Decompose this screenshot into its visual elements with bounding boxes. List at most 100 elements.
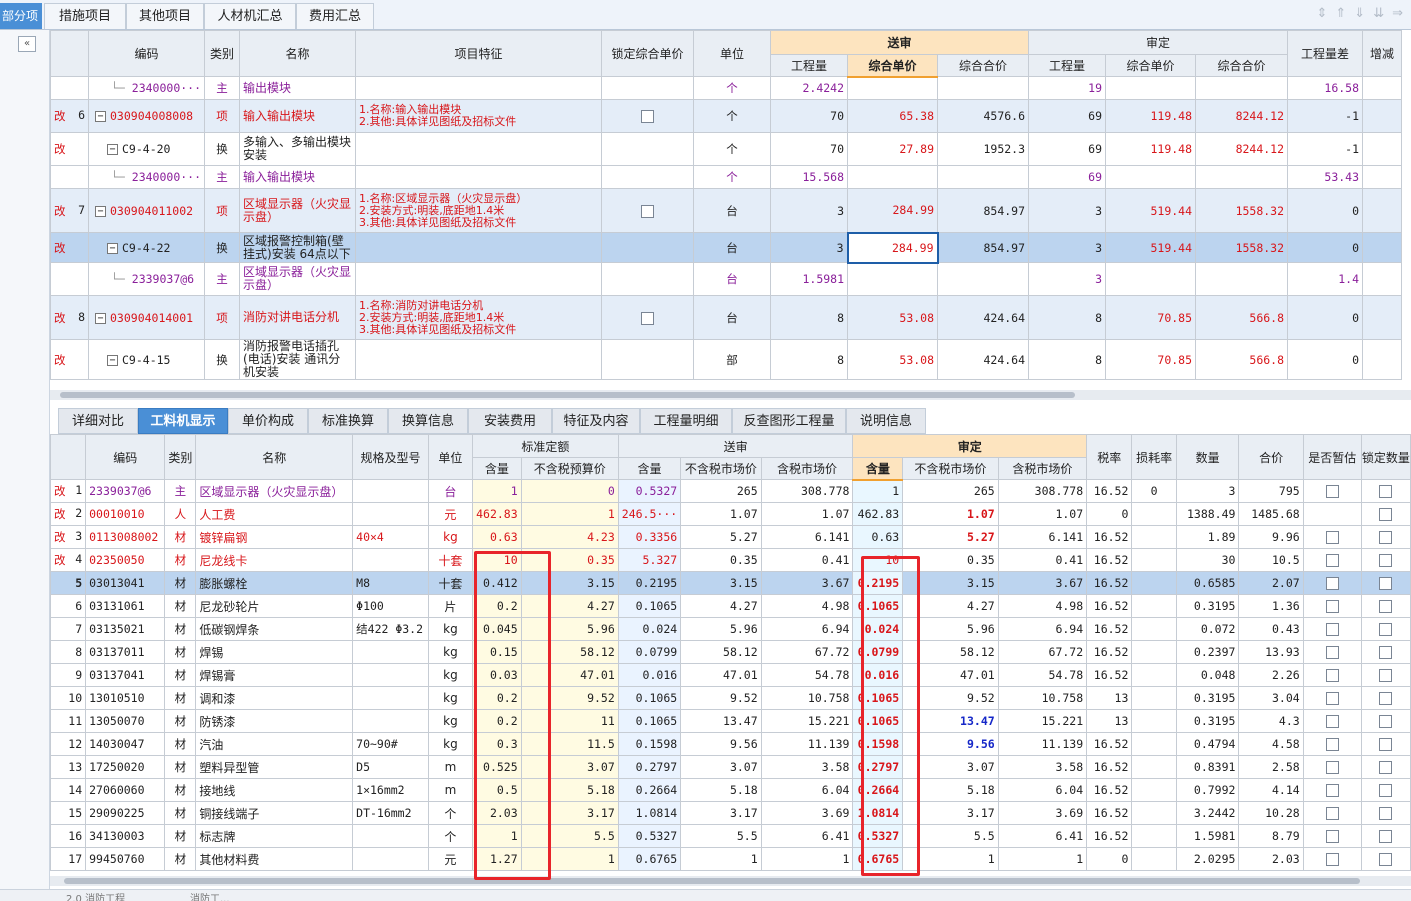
cell-spec[interactable] <box>352 663 429 687</box>
cell-type[interactable]: 换 <box>204 132 241 166</box>
cell-feature[interactable]: 1.名称:输入输出模块 2.其他:具体详见图纸及招标文件 <box>355 99 603 133</box>
cell-code[interactable]: 03013041 <box>85 571 166 595</box>
cell-audit-content[interactable]: 0.2797 <box>852 755 904 779</box>
item-row[interactable]: 改 7−030904011002 项区域显示器（火灾显示盘） 1.名称:区域显示器（… <box>50 188 1403 233</box>
cell-total[interactable]: 4.3 <box>1238 709 1304 733</box>
cell-audit-tax-market-price[interactable]: 10.758 <box>997 686 1088 710</box>
cell-name[interactable]: 接地线 <box>195 778 354 802</box>
header-provisional[interactable]: 是否暂估 <box>1302 434 1362 480</box>
cell-audit-tax-market-price[interactable]: 67.72 <box>997 640 1088 664</box>
cell-code[interactable]: 2339037@6 <box>85 479 166 503</box>
cell-audit-market-price[interactable]: 1.07 <box>902 502 999 526</box>
cell-lock-quantity[interactable] <box>1360 847 1411 871</box>
cell-send-tax-market-price[interactable]: 54.78 <box>760 663 854 687</box>
cell-spec[interactable] <box>352 640 429 664</box>
cell-name[interactable]: 尼龙线卡 <box>195 548 354 572</box>
cell-send-market-price[interactable]: 4.27 <box>680 594 762 618</box>
cell-lock-quantity[interactable] <box>1360 502 1411 526</box>
item-row[interactable]: 改 − C9-4-22 换区域报警控制箱(壁挂式)安装 64点以下台 3 284.99 8… <box>50 231 1403 264</box>
cell-audit-tax-market-price[interactable]: 15.221 <box>997 709 1088 733</box>
item-row[interactable]: └─ 2339037@6 主区域显示器（火灾显示盘） 台 1.5981 3 1.4 <box>50 262 1403 296</box>
material-row[interactable]: 17 99450760 材其他材料费元 1.27 1 0.6765 1 1 0.6765 1 1 0 2… <box>49 847 1411 871</box>
cell-feature[interactable]: 1.名称:消防对讲电话分机 2.安装方式:明装,底距地1.4米 3.其他:具体详… <box>355 295 603 340</box>
cell-tax-rate[interactable]: 16.52 <box>1086 824 1133 848</box>
tab-cost-summary[interactable]: 费用汇总 <box>296 3 374 29</box>
cell-audit-unit-price[interactable]: 519.44 <box>1105 188 1197 233</box>
cell-lock-quantity[interactable] <box>1360 594 1411 618</box>
cell-unit[interactable]: 片 <box>427 594 474 618</box>
item-row[interactable]: └─ 2340000··· 主输入输出模块 个 15.568 69 53.43 <box>50 165 1403 189</box>
cell-std-budget-price[interactable]: 3.17 <box>520 801 619 825</box>
cell-unit[interactable]: kg <box>427 617 474 641</box>
cell-total[interactable]: 4.58 <box>1238 732 1304 756</box>
cell-std-content[interactable]: 0.5 <box>472 778 522 802</box>
cell-qty-diff[interactable]: 0 <box>1287 188 1364 233</box>
cell-audit-content[interactable]: 0.1065 <box>852 686 904 710</box>
cell-type[interactable]: 材 <box>164 709 197 733</box>
cell-audit-total[interactable]: 1558.32 <box>1195 232 1289 263</box>
cell-spec[interactable]: Φ100 <box>352 594 429 618</box>
material-row[interactable]: 改 3 0113008002 材镀锌扁钢 40×4 kg 0.63 4.23 0.3356 5.2… <box>49 525 1411 549</box>
cell-audit-unit-price[interactable] <box>1105 165 1197 189</box>
cell-audit-tax-market-price[interactable]: 6.41 <box>997 824 1088 848</box>
cell-std-content[interactable]: 0.525 <box>472 755 522 779</box>
cell-name[interactable]: 膨胀螺栓 <box>195 571 354 595</box>
header-tax-rate[interactable]: 税率 <box>1086 434 1133 480</box>
cell-name[interactable]: 人工费 <box>195 502 354 526</box>
cell-loss-rate[interactable] <box>1131 663 1177 687</box>
cell-send-qty[interactable]: 70 <box>770 99 849 133</box>
cell-unit[interactable]: 个 <box>693 99 772 133</box>
cell-send-content[interactable]: 0.016 <box>617 663 682 687</box>
cell-send-total[interactable]: 854.97 <box>937 232 1030 263</box>
lock-quantity-checkbox[interactable] <box>1379 807 1393 820</box>
cell-audit-content[interactable]: 0.1065 <box>852 709 904 733</box>
cell-audit-market-price[interactable]: 265 <box>902 479 999 503</box>
lock-quantity-checkbox[interactable] <box>1379 646 1393 659</box>
cell-send-total[interactable] <box>937 165 1030 189</box>
cell-spec[interactable]: 1×16mm2 <box>352 778 429 802</box>
cell-audit-unit-price[interactable] <box>1105 76 1197 100</box>
cell-type[interactable]: 材 <box>164 824 197 848</box>
material-row[interactable]: 13 17250020 材塑料异型管 D5 m 0.525 3.07 0.2797 3.07 3.… <box>49 755 1411 779</box>
cell-audit-content[interactable]: 0.0799 <box>852 640 904 664</box>
cell-unit[interactable]: 个 <box>427 824 474 848</box>
cell-name[interactable]: 消防对讲电话分机 <box>239 295 357 340</box>
cell-type[interactable]: 主 <box>204 262 241 296</box>
cell-send-unit-price[interactable]: 284.99 <box>847 188 939 233</box>
cell-lock-price[interactable] <box>601 262 695 296</box>
cell-lock-quantity[interactable] <box>1360 617 1411 641</box>
cell-loss-rate[interactable] <box>1131 778 1177 802</box>
cell-send-content[interactable]: 0.5327 <box>617 824 682 848</box>
provisional-checkbox[interactable] <box>1325 485 1339 498</box>
cell-code[interactable]: 27060060 <box>85 778 166 802</box>
cell-send-content[interactable]: 0.6765 <box>617 847 682 871</box>
cell-loss-rate[interactable] <box>1131 732 1177 756</box>
cell-spec[interactable] <box>352 709 429 733</box>
cell-name[interactable]: 输入输出模块 <box>239 165 357 189</box>
cell-audit-tax-market-price[interactable]: 6.141 <box>997 525 1088 549</box>
cell-audit-market-price[interactable]: 9.56 <box>902 732 999 756</box>
cell-tax-rate[interactable]: 16.52 <box>1086 594 1133 618</box>
cell-type[interactable]: 主 <box>204 165 241 189</box>
material-row[interactable]: 10 13010510 材调和漆 kg 0.2 9.52 0.1065 9.52 10.758 0… <box>49 686 1411 710</box>
cell-loss-rate[interactable] <box>1131 525 1177 549</box>
cell-send-total[interactable]: 1952.3 <box>937 132 1030 166</box>
cell-name[interactable]: 其他材料费 <box>195 847 354 871</box>
cell-audit-total[interactable] <box>1195 262 1289 296</box>
cell-send-content[interactable]: 1.0814 <box>617 801 682 825</box>
cell-send-tax-market-price[interactable]: 3.67 <box>760 571 854 595</box>
cell-feature[interactable] <box>355 339 603 380</box>
item-row[interactable]: 改 − C9-4-15 换消防报警电话插孔(电话)安装 通讯分机安装部 8 53.08 4… <box>50 339 1403 380</box>
cell-spec[interactable]: D5 <box>352 755 429 779</box>
cell-provisional[interactable] <box>1302 847 1362 871</box>
provisional-checkbox[interactable] <box>1325 738 1339 751</box>
cell-std-content[interactable]: 0.03 <box>472 663 522 687</box>
cell-send-content[interactable]: 0.5327 <box>617 479 682 503</box>
cell-code[interactable]: 29090225 <box>85 801 166 825</box>
cell-code[interactable]: └─ 2340000··· <box>87 165 206 189</box>
material-row[interactable]: 改 2 00010010 人人工费元 462.83 1 246.5··· 1.07 1.07 46… <box>49 502 1411 526</box>
cell-code[interactable]: 99450760 <box>85 847 166 871</box>
cell-send-content[interactable]: 0.1065 <box>617 686 682 710</box>
collapse-panel-icon[interactable]: « <box>18 36 36 52</box>
cell-unit[interactable]: 台 <box>693 232 772 263</box>
